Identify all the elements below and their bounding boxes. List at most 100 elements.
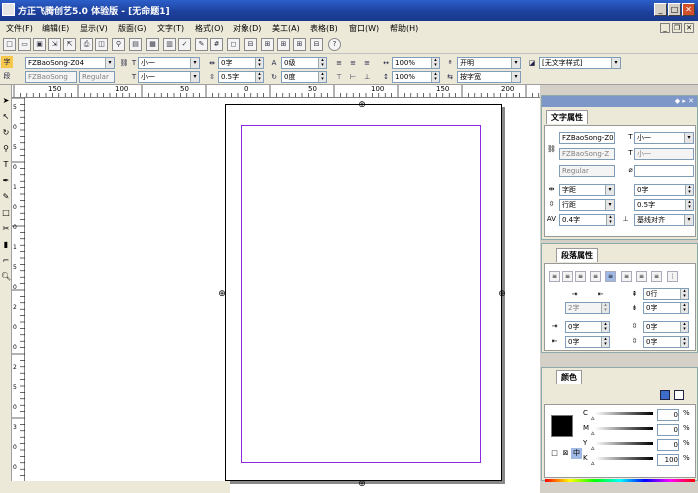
channel-value-field[interactable]: 0 xyxy=(657,439,679,451)
print-icon[interactable]: ⎙ xyxy=(80,38,93,51)
char-style-field[interactable]: [无文字样式] ▾ xyxy=(539,57,621,69)
spinner-icon[interactable]: ▴ ▾ xyxy=(601,303,609,313)
eyedropper-tool-icon[interactable]: ⌐ xyxy=(1,255,11,267)
font-en-field[interactable]: FZBaoSong-Z xyxy=(559,148,615,160)
para-props-tab[interactable]: 段落属性 xyxy=(556,248,598,262)
spinner-icon[interactable]: ▴ ▾ xyxy=(431,58,439,68)
align-right-icon[interactable]: ⊞ xyxy=(277,38,290,51)
slider-thumb-icon[interactable]: ▵ xyxy=(591,414,595,422)
page-handle-top[interactable]: ⊕ xyxy=(357,100,367,110)
magnifier-tool-icon[interactable]: 🔍︎ xyxy=(1,271,11,283)
maximize-button[interactable]: □ xyxy=(668,3,681,16)
menu-art[interactable]: 美工(A) xyxy=(272,23,300,34)
font-style-field[interactable]: Regular xyxy=(79,71,115,83)
chevron-down-icon[interactable]: ▾ xyxy=(511,58,520,68)
channel-slider[interactable] xyxy=(595,427,653,430)
leading-field[interactable]: 行距 ▾ xyxy=(559,199,615,211)
grid-icon-2[interactable]: ⊟ xyxy=(310,38,323,51)
vertical-ruler[interactable]: 5 0 5 0 1 0 0 1 5 0 2 0 0 2 5 0 3 0 0 xyxy=(12,98,25,493)
chevron-down-icon[interactable]: ▾ xyxy=(611,58,620,68)
menu-object[interactable]: 对象(D) xyxy=(233,23,261,34)
line-space-field-2[interactable]: 0字 ▴ ▾ xyxy=(643,336,689,348)
spinner-icon[interactable]: ▴ ▾ xyxy=(601,337,609,347)
align-left-icon[interactable]: ≡ xyxy=(549,271,560,282)
menu-layout[interactable]: 版面(G) xyxy=(118,23,146,34)
justify-right-icon[interactable]: ≡ xyxy=(651,271,662,282)
menu-window[interactable]: 窗口(W) xyxy=(349,23,379,34)
text-color-field[interactable] xyxy=(634,165,694,177)
cmyk-mode-icon[interactable]: 中 xyxy=(571,448,582,459)
rotation-field[interactable]: 0度 ▴ ▾ xyxy=(281,71,327,83)
slider-thumb-icon[interactable]: ▵ xyxy=(591,429,595,437)
spinner-icon[interactable]: ▴ ▾ xyxy=(680,322,688,332)
stroke-mode-icon[interactable] xyxy=(674,390,684,400)
fill-mode-icon[interactable] xyxy=(660,390,670,400)
page-handle-bottom[interactable]: ⊕ xyxy=(357,479,367,489)
font-size-alt-field[interactable]: 小一 ▾ xyxy=(138,71,200,83)
zoom-icon[interactable]: ⚲ xyxy=(112,38,125,51)
channel-slider[interactable] xyxy=(595,457,653,460)
spinner-icon[interactable]: ▴ ▾ xyxy=(606,215,614,225)
kerning-field[interactable]: 字距 ▾ xyxy=(559,184,615,196)
baseline-align-field[interactable]: 基线对齐 ▾ xyxy=(634,214,694,226)
left-indent-field[interactable]: 0字 ▴ ▾ xyxy=(565,321,610,333)
menu-file[interactable]: 文件(F) xyxy=(6,23,33,34)
image-icon[interactable]: ▤ xyxy=(129,38,142,51)
text-props-tab[interactable]: 文字属性 xyxy=(546,110,588,124)
size-en-field[interactable]: 小一 xyxy=(634,148,694,160)
preview-icon[interactable]: ◫ xyxy=(95,38,108,51)
color-mode-field[interactable]: 开明 ▾ xyxy=(457,57,521,69)
layer-icon[interactable]: ◻ xyxy=(227,38,240,51)
kerning-value-field[interactable]: 0字 ▴ ▾ xyxy=(634,184,694,196)
spinner-icon[interactable]: ▴ ▾ xyxy=(431,72,439,82)
spinner-icon[interactable]: ▴ ▾ xyxy=(255,58,263,68)
grid-align-icon[interactable]: ⋮ xyxy=(667,271,678,282)
text-mode-icon[interactable]: 字 xyxy=(1,56,13,68)
new-icon[interactable]: □ xyxy=(3,38,16,51)
leading-value-field[interactable]: 0.5字 ▴ ▾ xyxy=(634,199,694,211)
scissors-tool-icon[interactable]: ✂ xyxy=(1,223,11,235)
close-button[interactable]: ✕ xyxy=(682,3,695,16)
spinner-icon[interactable]: ▴ ▾ xyxy=(680,289,688,299)
channel-value-field[interactable]: 0 xyxy=(657,424,679,436)
frame-icon[interactable]: ▥ xyxy=(163,38,176,51)
check-icon[interactable]: ✓ xyxy=(178,38,191,51)
spinner-icon[interactable]: ▴ ▾ xyxy=(318,58,326,68)
space-before-field[interactable]: 0行 ▴ ▾ xyxy=(643,288,689,300)
menu-help[interactable]: 帮助(H) xyxy=(390,23,418,34)
rotate-tool-icon[interactable]: ↻ xyxy=(1,127,11,139)
align-center-icon[interactable]: ⊞ xyxy=(261,38,274,51)
slider-thumb-icon[interactable]: ▵ xyxy=(591,459,595,467)
h-scale-field[interactable]: 100% ▴ ▾ xyxy=(392,57,440,69)
justify-all-icon[interactable]: ≡ xyxy=(605,271,616,282)
align-left-icon[interactable]: ⊟ xyxy=(244,38,257,51)
mdi-close-button[interactable]: ✕ xyxy=(684,23,694,33)
direct-select-tool-icon[interactable]: ↖ xyxy=(1,111,11,123)
align-center-icon[interactable]: ≡ xyxy=(562,271,573,282)
right-indent-field[interactable]: 0字 ▴ ▾ xyxy=(565,336,610,348)
help-icon[interactable]: ? xyxy=(328,38,341,51)
distribute-icon[interactable]: ⊞ xyxy=(293,38,306,51)
spinner-icon[interactable]: ▴ ▾ xyxy=(318,72,326,82)
chevron-down-icon[interactable]: ▾ xyxy=(105,58,114,68)
gradient-tool-icon[interactable]: ▮ xyxy=(1,239,11,251)
menu-text[interactable]: 文字(T) xyxy=(157,23,184,34)
space-after-field[interactable]: 0字 ▴ ▾ xyxy=(643,302,689,314)
pen-icon[interactable]: ✎ xyxy=(195,38,208,51)
table-icon[interactable]: ▦ xyxy=(146,38,159,51)
baseline-shift-field[interactable]: 0级 ▴ ▾ xyxy=(281,57,327,69)
color-swatch[interactable] xyxy=(551,415,573,437)
font-name-alt-field[interactable]: FZBaoSong xyxy=(25,71,77,83)
first-indent-field[interactable]: 2字 ▴ ▾ xyxy=(565,302,610,314)
chevron-down-icon[interactable]: ▾ xyxy=(190,58,199,68)
menu-edit[interactable]: 编辑(E) xyxy=(42,23,69,34)
zoom-tool-icon[interactable]: ⚲ xyxy=(1,143,11,155)
align-right-icon[interactable]: ≡ xyxy=(575,271,586,282)
v-scale-field[interactable]: 100% ▴ ▾ xyxy=(392,71,440,83)
none-color-icon[interactable]: □ xyxy=(549,448,560,459)
open-icon[interactable]: ▭ xyxy=(18,38,31,51)
channel-slider[interactable] xyxy=(595,412,653,415)
channel-value-field[interactable]: 0 xyxy=(657,409,679,421)
chevron-down-icon[interactable]: ▾ xyxy=(605,200,614,210)
valign-middle-icon[interactable]: ⊢ xyxy=(347,71,359,83)
